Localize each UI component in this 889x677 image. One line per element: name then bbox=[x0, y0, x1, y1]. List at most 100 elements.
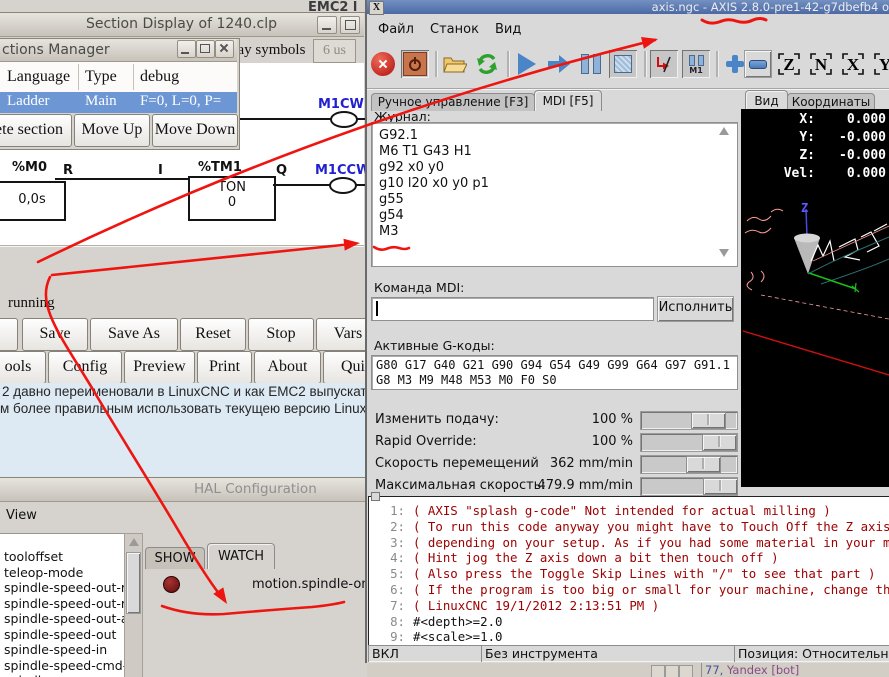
window-icon[interactable]: X bbox=[369, 1, 384, 15]
column-language[interactable]: Language bbox=[7, 68, 70, 86]
period-field[interactable]: 6 us bbox=[313, 39, 356, 63]
open-file-icon[interactable] bbox=[441, 50, 469, 78]
print-button[interactable]: Print bbox=[197, 351, 252, 384]
view-x-icon[interactable]: X bbox=[840, 50, 866, 78]
timer-value: 0 bbox=[227, 195, 237, 210]
delete-section-button[interactable]: ete section bbox=[0, 114, 72, 147]
ladder-wire bbox=[234, 118, 332, 120]
taskbar-cell[interactable] bbox=[665, 665, 679, 677]
ladder-wire bbox=[355, 184, 365, 186]
journal-listbox[interactable]: G92.1 M6 T1 G43 H1 g92 x0 y0 g10 l20 x0 … bbox=[371, 122, 738, 267]
hal-scrollbar[interactable] bbox=[124, 533, 143, 677]
tree-item[interactable]: spindle-speed-out-ab bbox=[0, 611, 125, 627]
gcode-line: 5:( Also press the Toggle Skip Lines wit… bbox=[390, 566, 876, 582]
column-debug[interactable]: debug bbox=[140, 68, 179, 86]
tree-item[interactable]: spindle-revs bbox=[0, 673, 125, 677]
section-display-title: Section Display of 1240.clp bbox=[85, 16, 278, 32]
view-z-icon[interactable]: Z bbox=[776, 50, 802, 78]
tree-item[interactable]: spindle-speed-in bbox=[0, 642, 125, 658]
feed-override-slider[interactable] bbox=[640, 411, 738, 430]
machine-power-icon[interactable] bbox=[401, 50, 429, 78]
move-down-button[interactable]: Move Down bbox=[152, 114, 238, 147]
mdi-execute-button[interactable]: Исполнить bbox=[657, 296, 734, 322]
optional-stop-icon[interactable]: M1 bbox=[682, 50, 710, 78]
about-button[interactable]: About bbox=[254, 351, 321, 384]
column-type[interactable]: Type bbox=[85, 68, 117, 86]
hal-tab-watch-label: WATCH bbox=[217, 549, 265, 564]
hal-tab-show[interactable]: SHOW bbox=[145, 547, 205, 569]
config-button[interactable]: Config bbox=[48, 351, 122, 384]
jog-speed-slider[interactable] bbox=[640, 455, 738, 474]
slider-handle[interactable] bbox=[691, 412, 726, 429]
hal-pin-tree[interactable]: tooloffset teleop-mode spindle-speed-out… bbox=[0, 533, 126, 677]
close-icon[interactable] bbox=[215, 40, 234, 58]
tree-item[interactable]: spindle-speed-cmd-r bbox=[0, 658, 125, 674]
z-axis-label: Z bbox=[801, 201, 809, 215]
mdi-execute-label: Исполнить bbox=[658, 300, 733, 315]
scrollbar-thumb[interactable] bbox=[126, 552, 141, 614]
watch-pin-label: motion.spindle-on bbox=[252, 577, 370, 592]
taskbar-cell[interactable] bbox=[679, 665, 693, 677]
journal-line: g10 l20 x0 y0 p1 bbox=[379, 176, 489, 191]
tab-view-label: Вид bbox=[754, 94, 779, 108]
estop-icon[interactable] bbox=[369, 50, 397, 78]
scroll-up-icon[interactable] bbox=[719, 127, 729, 135]
tree-item[interactable]: spindle-speed-out-rp bbox=[0, 596, 125, 612]
view-y-icon[interactable]: Y bbox=[872, 50, 889, 78]
run-step-icon[interactable] bbox=[545, 50, 573, 78]
active-gcodes-label: Активные G-коды: bbox=[374, 338, 495, 353]
axis-titlebar[interactable]: X axis.ngc - AXIS 2.8.0-pre1-42-g7dbefb4… bbox=[367, 0, 889, 15]
view-z-rotated-icon[interactable]: N bbox=[808, 50, 834, 78]
svg-text:N: N bbox=[815, 55, 828, 74]
gcode-listing[interactable]: 1:( AXIS "splash g-code" Not intended fo… bbox=[368, 496, 889, 650]
section-display-titlebar[interactable]: Section Display of 1240.clp bbox=[0, 13, 364, 37]
tree-item[interactable]: spindle-speed-out bbox=[0, 627, 125, 643]
tree-item[interactable]: tooloffset bbox=[0, 549, 125, 565]
maximize-icon[interactable] bbox=[340, 16, 360, 34]
tab-view[interactable]: Вид bbox=[745, 90, 788, 111]
slider-handle[interactable] bbox=[703, 478, 738, 495]
tree-item[interactable]: spindle-speed-out-rp bbox=[0, 580, 125, 596]
reload-icon[interactable] bbox=[473, 50, 501, 78]
hal-titlebar[interactable]: HAL Configuration bbox=[0, 478, 365, 502]
stop-icon[interactable] bbox=[609, 50, 637, 78]
sections-table-row[interactable]: Ladder Main F=0, L=0, P= bbox=[0, 92, 237, 113]
pause-icon[interactable] bbox=[577, 50, 605, 78]
save-as-button[interactable]: Save As bbox=[90, 318, 178, 351]
browser-line2: м более правильным использовать текущею … bbox=[0, 401, 386, 416]
row-type: Main bbox=[85, 93, 117, 109]
menu-machine[interactable]: Станок bbox=[430, 22, 479, 37]
listing-grip[interactable] bbox=[371, 492, 380, 501]
tab-mdi[interactable]: MDI [F5] bbox=[534, 90, 602, 111]
minimize-icon[interactable] bbox=[177, 40, 196, 58]
tools-button[interactable]: ools bbox=[0, 351, 46, 384]
save-button[interactable]: Save bbox=[22, 318, 88, 351]
hal-tab-watch[interactable]: WATCH bbox=[207, 543, 275, 569]
slider-handle[interactable] bbox=[702, 434, 737, 451]
maximize-icon[interactable] bbox=[196, 40, 215, 58]
scroll-down-icon[interactable] bbox=[719, 249, 729, 257]
rapid-override-slider[interactable] bbox=[640, 433, 738, 452]
run-icon[interactable] bbox=[513, 50, 541, 78]
hal-menu-view[interactable]: View bbox=[6, 508, 37, 523]
taskbar-cell[interactable] bbox=[651, 665, 665, 677]
stop-button[interactable]: Stop bbox=[248, 318, 314, 351]
max-velocity-slider[interactable] bbox=[640, 477, 738, 496]
mdi-command-input[interactable] bbox=[371, 297, 654, 321]
skip-lines-icon[interactable] bbox=[650, 50, 678, 78]
reset-button[interactable]: Reset bbox=[180, 318, 246, 351]
slider-handle[interactable] bbox=[686, 456, 721, 473]
move-up-button[interactable]: Move Up bbox=[74, 114, 150, 147]
partial-button[interactable] bbox=[0, 318, 18, 351]
tab-mdi-label: MDI [F5] bbox=[542, 94, 594, 108]
gcode-line: 9: #<scale>=1.0 bbox=[390, 629, 503, 645]
active-gcodes-line2: G8 M3 M9 M48 M53 M0 F0 S0 bbox=[376, 373, 557, 387]
preview-button[interactable]: Preview bbox=[124, 351, 195, 384]
watch-led-icon bbox=[163, 576, 180, 593]
minimize-icon[interactable] bbox=[317, 16, 337, 34]
taskbar-entry[interactable]: 77, Yandex [bot] bbox=[705, 663, 799, 677]
zoom-out-icon[interactable] bbox=[744, 50, 772, 78]
menu-file[interactable]: Файл bbox=[378, 22, 414, 37]
menu-view[interactable]: Вид bbox=[495, 22, 521, 37]
tree-item[interactable]: teleop-mode bbox=[0, 565, 125, 581]
